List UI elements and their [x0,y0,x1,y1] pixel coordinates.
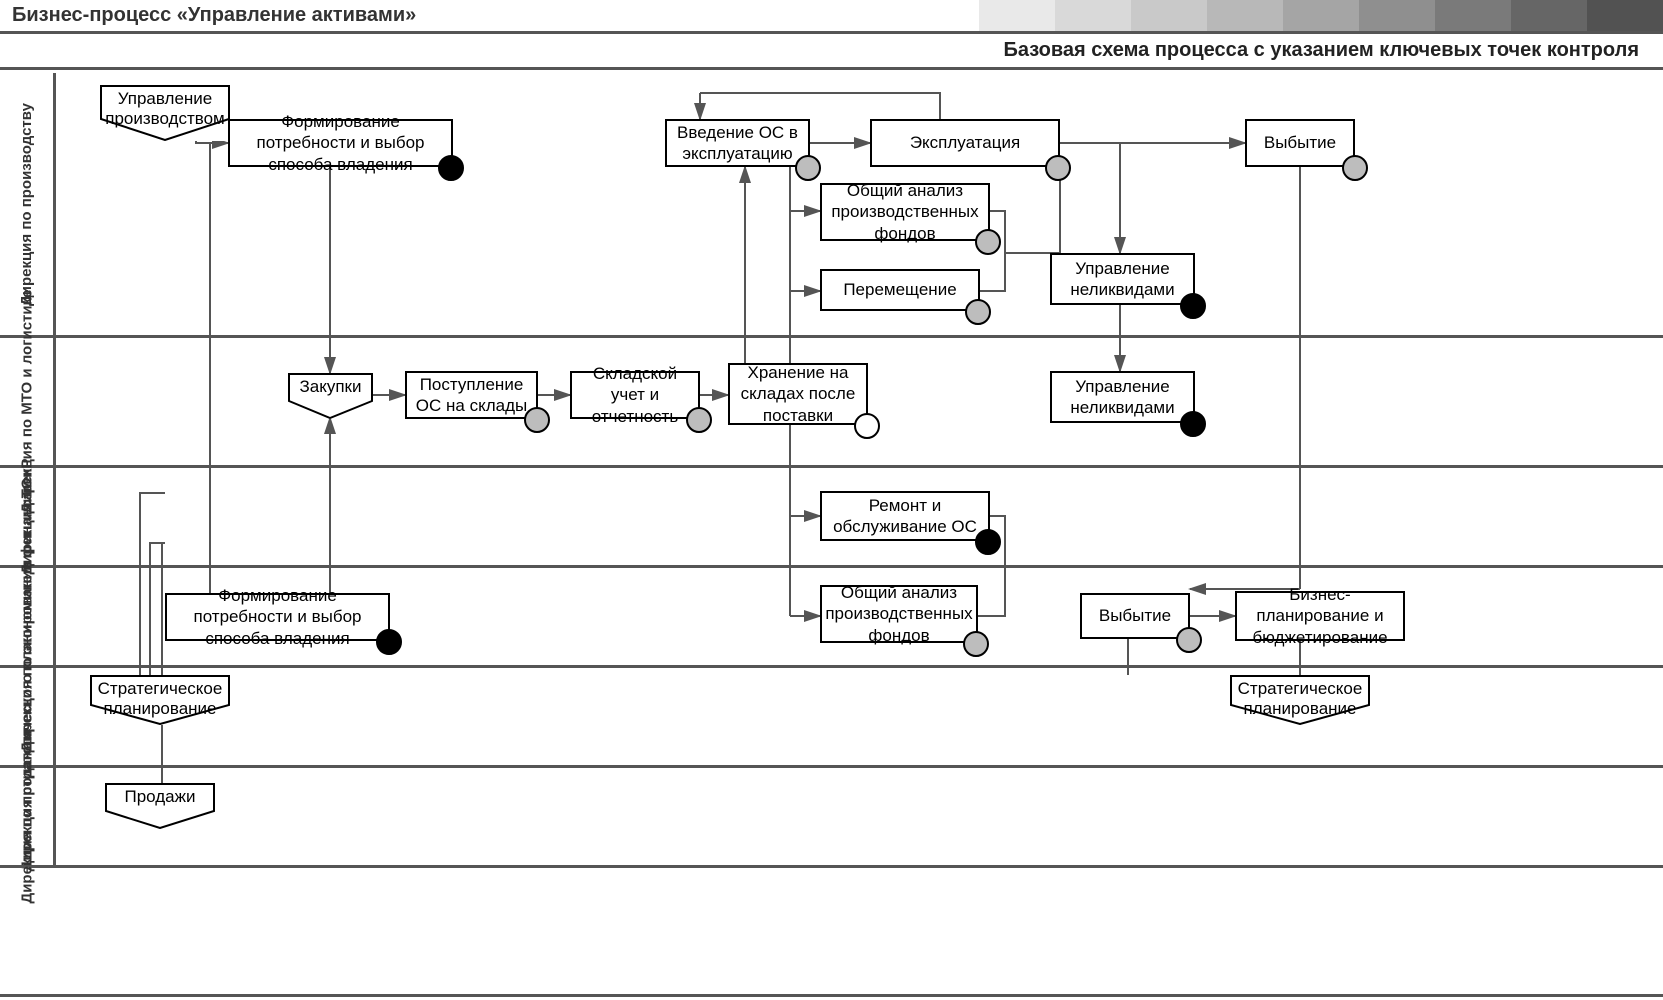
offpage-label: Закупки [288,377,373,397]
box-manage-illiquid2: Управление неликвидами [1050,371,1195,423]
control-marker [1180,293,1206,319]
control-marker [975,529,1001,555]
box-relocation: Перемещение [820,269,980,311]
box-manage-illiquid1: Управление неликвидами [1050,253,1195,305]
box-intro-os: Введение ОС в эксплуатацию [665,119,810,167]
box-label: Выбытие [1099,605,1171,626]
box-label: Эксплуатация [910,132,1020,153]
box-fund-analysis: Общий анализ производственных фондов [820,183,990,241]
control-marker [975,229,1001,255]
offpage-label: Стратегическое планирование [1230,679,1370,720]
box-budget: Бизнес-планирование и бюджетирование [1235,591,1405,641]
control-marker [438,155,464,181]
box-label: Управление неликвидами [1060,258,1185,301]
swatch [979,0,1055,31]
title-swatch-strip [979,0,1663,31]
box-repair: Ремонт и обслуживание ОС [820,491,990,541]
swatch [1435,0,1511,31]
offpage-prod-mgmt: Управление производством [100,85,230,141]
box-label: Складской учет и отчетность [580,363,690,427]
offpage-label: Стратегическое планирование [90,679,230,720]
box-form-need-econ: Формирование потребности и выбор способа… [165,593,390,641]
offpage-label: Продажи [105,787,215,807]
offpage-strat-plan1: Стратегическое планирование [90,675,230,725]
swatch [1511,0,1587,31]
box-label: Ремонт и обслуживание ОС [830,495,980,538]
subtitle-bar: Базовая схема процесса с указанием ключе… [0,34,1663,70]
box-label: Общий анализ производственных фондов [825,582,972,646]
box-form-need-prod: Формирование потребности и выбор способа… [228,119,453,167]
control-marker [1342,155,1368,181]
box-label: Формирование потребности и выбор способа… [175,585,380,649]
swatch [1587,0,1663,31]
box-storage: Хранение на складах после поставки [728,363,868,425]
control-marker [963,631,989,657]
swatch [1131,0,1207,31]
control-marker [854,413,880,439]
subtitle: Базовая схема процесса с указанием ключе… [1003,39,1639,62]
control-marker [1045,155,1071,181]
offpage-sales: Продажи [105,783,215,829]
title-bar: Бизнес-процесс «Управление активами» [0,0,1663,34]
box-label: Введение ОС в эксплуатацию [675,122,800,165]
control-marker [965,299,991,325]
diagram-canvas: Управление производством Формирование по… [0,73,1663,997]
box-label: Общий анализ производственных фондов [830,180,980,244]
control-marker [1176,627,1202,653]
page-title: Бизнес-процесс «Управление активами» [0,4,416,27]
box-label: Бизнес-планирование и бюджетирование [1245,584,1395,648]
box-disposal2: Выбытие [1080,593,1190,639]
control-marker [376,629,402,655]
box-label: Перемещение [843,279,956,300]
box-label: Выбытие [1264,132,1336,153]
box-label: Хранение на складах после поставки [738,362,858,426]
swatch [1359,0,1435,31]
box-label: Формирование потребности и выбор способа… [238,111,443,175]
swatch [1283,0,1359,31]
box-fund-analysis2: Общий анализ производственных фондов [820,585,978,643]
box-disposal: Выбытие [1245,119,1355,167]
offpage-strat-plan2: Стратегическое планирование [1230,675,1370,725]
box-exploitation: Эксплуатация [870,119,1060,167]
control-marker [795,155,821,181]
box-stock-account: Складской учет и отчетность [570,371,700,419]
offpage-purchasing: Закупки [288,373,373,419]
box-label: Поступление ОС на склады [415,374,528,417]
swatch [1055,0,1131,31]
box-receipt-os: Поступление ОС на склады [405,371,538,419]
control-marker [524,407,550,433]
control-marker [1180,411,1206,437]
control-marker [686,407,712,433]
box-label: Управление неликвидами [1060,376,1185,419]
offpage-label: Управление производством [100,89,230,130]
swatch [1207,0,1283,31]
